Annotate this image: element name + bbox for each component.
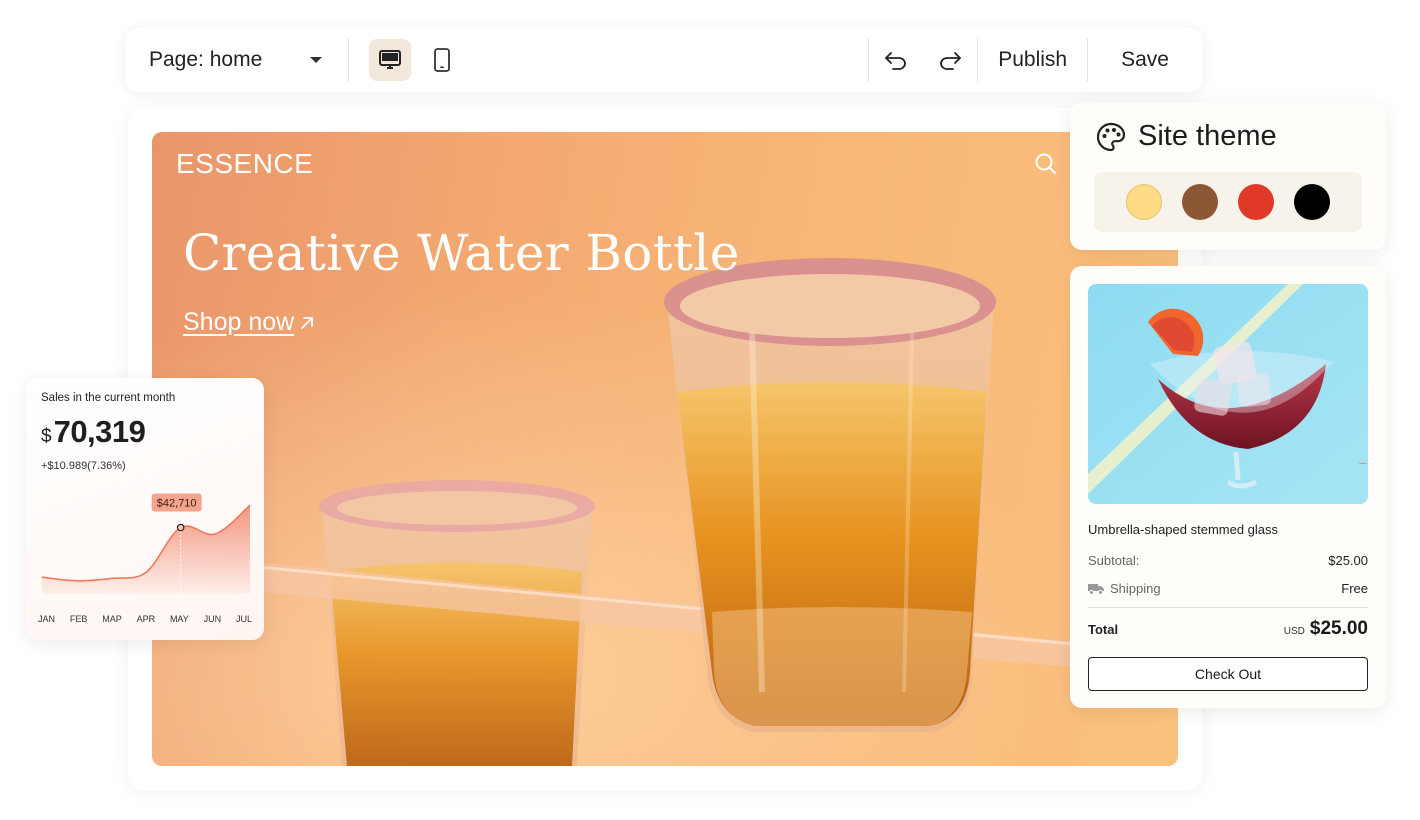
- x-tick-label: JUN: [203, 614, 222, 624]
- site-theme-panel: Site theme: [1070, 102, 1386, 250]
- shipping-row: Shipping Free: [1088, 581, 1368, 596]
- x-tick-label: JUL: [235, 614, 252, 624]
- x-tick-label: APR: [136, 614, 156, 624]
- sales-chart-x-axis: JAN FEB MAP APR MAY JUN JUL: [38, 614, 252, 624]
- total-value: $25.00: [1309, 618, 1368, 639]
- cocktail-photo: [1088, 284, 1368, 504]
- highlight-point[interactable]: [176, 523, 185, 532]
- mobile-view-button[interactable]: [421, 39, 463, 81]
- shop-now-label: Shop now: [183, 308, 295, 336]
- publish-button[interactable]: Publish: [978, 28, 1087, 92]
- subtotal-row: Subtotal: $25.00: [1088, 553, 1368, 568]
- page-select-label: Page: home: [149, 48, 263, 71]
- total-row: Total USD $25.00: [1088, 618, 1368, 640]
- x-tick-label: MAP: [102, 614, 122, 624]
- page-select-dropdown[interactable]: Page: home: [126, 28, 348, 92]
- redo-button[interactable]: [923, 39, 977, 81]
- undo-button[interactable]: [869, 39, 923, 81]
- color-swatch[interactable]: [1182, 184, 1218, 220]
- shipping-label: Shipping: [1110, 581, 1161, 596]
- cart-divider: [1088, 607, 1368, 608]
- x-tick-label: JAN: [38, 614, 56, 624]
- search-icon[interactable]: [1034, 152, 1058, 176]
- x-tick-label: MAY: [169, 614, 189, 624]
- checkout-button[interactable]: Check Out: [1088, 657, 1368, 691]
- caret-down-icon: [310, 57, 322, 63]
- undo-icon: [885, 52, 907, 70]
- desktop-view-button[interactable]: [369, 39, 411, 81]
- toolbar-divider: [348, 38, 349, 82]
- site-theme-header: Site theme: [1096, 120, 1277, 153]
- hero-title: Creative Water Bottle: [183, 224, 740, 282]
- x-tick-label: FEB: [69, 614, 88, 624]
- desktop-icon: [379, 50, 401, 69]
- sales-amount: $ 70,319: [41, 414, 146, 450]
- sales-currency: $: [41, 426, 52, 447]
- hero-banner[interactable]: ESSENCE Creative Water Bottle Shop now: [152, 132, 1178, 766]
- highlight-tooltip-label: $42,710: [157, 497, 197, 509]
- sales-value: 70,319: [53, 414, 146, 449]
- product-image[interactable]: [1088, 284, 1368, 504]
- color-swatch[interactable]: [1238, 184, 1274, 220]
- sales-change: +$10.989(7.36%): [41, 460, 126, 472]
- total-currency: USD: [1283, 626, 1305, 637]
- shipping-key: Shipping: [1088, 581, 1161, 596]
- shop-now-link[interactable]: Shop now: [183, 308, 316, 337]
- page-canvas: ESSENCE Creative Water Bottle Shop now: [128, 108, 1202, 790]
- color-swatch[interactable]: [1294, 184, 1330, 220]
- site-theme-title: Site theme: [1138, 120, 1277, 152]
- subtotal-value: $25.00: [1328, 553, 1368, 568]
- truck-icon: [1088, 583, 1104, 595]
- sales-title: Sales in the current month: [41, 392, 176, 404]
- arrow-up-right-icon: [301, 316, 314, 329]
- mobile-icon: [434, 48, 450, 72]
- sales-card: Sales in the current month $ 70,319 +$10…: [26, 378, 264, 640]
- shipping-value: Free: [1341, 581, 1368, 596]
- product-cart-card: Umbrella-shaped stemmed glass Subtotal: …: [1070, 266, 1386, 708]
- color-swatch[interactable]: [1126, 184, 1162, 220]
- brand-logo[interactable]: ESSENCE: [176, 148, 313, 180]
- sales-area-chart: $42,710: [41, 493, 251, 594]
- save-button[interactable]: Save: [1088, 28, 1202, 92]
- redo-icon: [940, 52, 962, 70]
- product-name: Umbrella-shaped stemmed glass: [1088, 522, 1279, 537]
- palette-icon: [1096, 122, 1126, 151]
- color-swatches: [1094, 172, 1362, 232]
- subtotal-label: Subtotal:: [1088, 553, 1140, 568]
- editor-toolbar: Page: home Publish Save: [126, 28, 1202, 92]
- total-label: Total: [1088, 622, 1119, 637]
